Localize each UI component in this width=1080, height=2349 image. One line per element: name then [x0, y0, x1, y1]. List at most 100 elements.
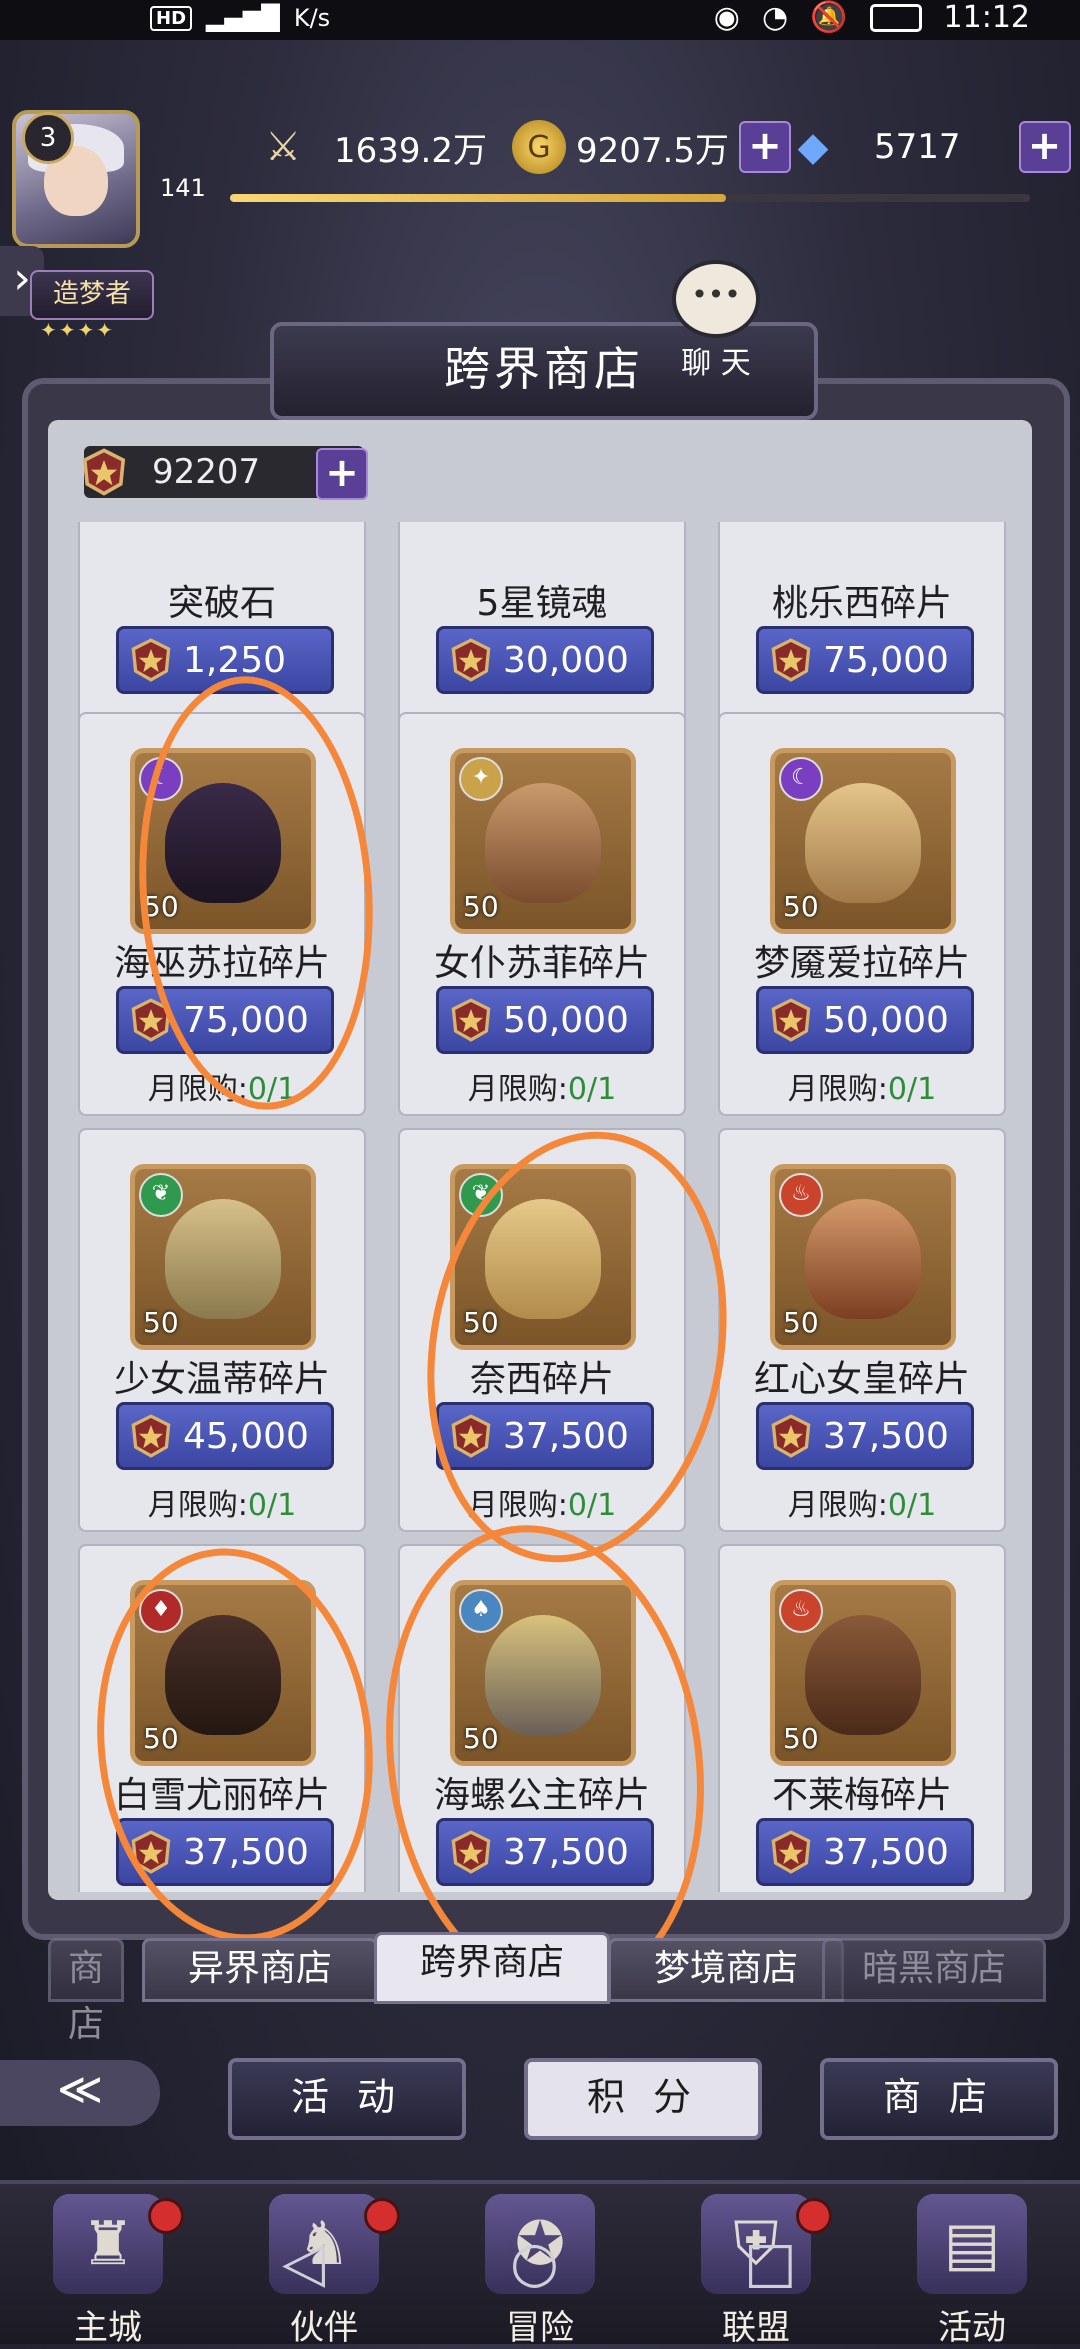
tab-shop[interactable]: 商店 — [48, 1938, 124, 2045]
back-button[interactable]: ≪ — [0, 2060, 160, 2126]
item-name: 红心女皇碎片 — [753, 1359, 970, 1400]
diamond-display: ◆ 5717 + — [786, 118, 1071, 176]
limit-label: 月限购: — [147, 1488, 248, 1523]
diamond-icon: ◆ — [797, 124, 829, 170]
player-title: 造梦者 — [30, 270, 154, 320]
shop-item-card[interactable]: ❦ 50 少女温蒂碎片 45,000 月限购:0/1 — [78, 1128, 366, 1532]
character-portrait — [805, 1615, 921, 1735]
character-portrait — [805, 1199, 921, 1319]
item-price-button[interactable]: 37,500 — [756, 1402, 974, 1470]
cross-medal-icon — [771, 1414, 811, 1458]
nav-events[interactable]: ▤ 活动 — [864, 2184, 1080, 2348]
item-name: 梦魇爱拉碎片 — [753, 943, 970, 984]
points-button[interactable]: 积 分 — [524, 2058, 762, 2140]
shop-item-card[interactable]: ✦ 50 女仆苏菲碎片 50,000 月限购:0/1 — [398, 712, 686, 1116]
tab-crossworld-shop[interactable]: 跨界商店 — [374, 1932, 610, 2004]
chat-button[interactable]: ••• 聊 天 — [666, 260, 766, 381]
add-diamond-button[interactable]: + — [1018, 121, 1071, 173]
store-button[interactable]: 商 店 — [820, 2058, 1058, 2140]
tab-dark-shop[interactable]: 暗黑商店 — [822, 1938, 1046, 2002]
player-stars: ✦✦✦✦ — [40, 318, 116, 342]
item-thumbnail: ♨ 50 — [770, 1164, 956, 1350]
limit-label: 月限购: — [467, 1072, 568, 1107]
item-price-button[interactable]: 37,500 — [756, 1818, 974, 1886]
element-badge-icon: ☾ — [779, 757, 823, 801]
item-price: 1,250 — [183, 639, 287, 681]
clock: 11:12 — [943, 0, 1030, 35]
system-recents-icon[interactable]: □ — [744, 2230, 797, 2295]
shop-category-nav: ≪ 活 动 积 分 商 店 — [0, 2040, 1080, 2150]
limit-label: 月限购: — [787, 1488, 888, 1523]
item-price-button[interactable]: 75,000 — [756, 626, 974, 694]
limit-count: 0/1 — [247, 1488, 297, 1523]
castle-icon: ♜ — [53, 2194, 163, 2294]
cross-medal-icon — [771, 998, 811, 1042]
tab-dream-shop[interactable]: 梦境商店 — [608, 1938, 844, 2002]
gold-display: G 9207.5万 + — [512, 118, 791, 176]
nav-label: 活动 — [938, 2308, 1006, 2348]
shop-item-card[interactable]: ♨ 50 红心女皇碎片 37,500 月限购:0/1 — [718, 1128, 1006, 1532]
shop-item-card[interactable]: ☾ 50 梦魇爱拉碎片 50,000 月限购:0/1 — [718, 712, 1006, 1116]
sword-icon: ⚔ — [265, 124, 301, 170]
network-speed-unit: K/s — [293, 4, 331, 32]
item-name: 少女温蒂碎片 — [113, 1359, 330, 1400]
xp-bar-fill — [230, 194, 726, 202]
cross-medal-icon — [131, 1414, 171, 1458]
item-price-button[interactable]: 50,000 — [436, 986, 654, 1054]
shop-item-card[interactable]: ♨ 50 不莱梅碎片 37,500 — [718, 1544, 1006, 1892]
activity-button[interactable]: 活 动 — [228, 2058, 466, 2140]
item-name: 女仆苏菲碎片 — [433, 943, 650, 984]
status-bar: HD ▂▄▆█ K/s ◉ ◔ 🔕 11:12 — [0, 0, 1080, 40]
nav-main-city[interactable]: ♜ 主城 — [0, 2184, 216, 2348]
item-thumbnail: ❦ 50 — [130, 1164, 316, 1350]
system-back-icon[interactable]: ◁ — [282, 2230, 325, 2295]
item-name: 不莱梅碎片 — [771, 1775, 952, 1816]
eye-icon: ◉ — [713, 0, 740, 35]
item-purchase-limit: 月限购:0/1 — [720, 1064, 1004, 1108]
character-portrait — [805, 783, 921, 903]
item-price-button[interactable]: 50,000 — [756, 986, 974, 1054]
signal-icon: ▂▄▆█ — [206, 4, 280, 32]
hd-indicator: HD — [150, 5, 193, 31]
diamond-value: 5717 — [874, 127, 961, 167]
item-price-button[interactable]: 45,000 — [116, 1402, 334, 1470]
item-price: 45,000 — [183, 1415, 309, 1457]
chat-bubble-icon: ••• — [672, 260, 760, 338]
item-thumbnail: ☾ 50 — [770, 748, 956, 934]
element-badge-icon: ♨ — [779, 1173, 823, 1217]
item-price: 50,000 — [503, 999, 629, 1041]
nav-label: 主城 — [74, 2308, 142, 2348]
gold-value: 9207.5万 — [576, 130, 729, 171]
item-count: 50 — [783, 1306, 819, 1339]
player-level-badge: 3 — [22, 112, 74, 164]
item-purchase-limit: 月限购:0/1 — [80, 1480, 364, 1524]
limit-count: 0/1 — [887, 1488, 937, 1523]
limit-label: 月限购: — [787, 1072, 888, 1107]
add-shop-currency-button[interactable]: + — [316, 448, 368, 500]
item-name: 桃乐西碎片 — [771, 583, 952, 624]
nav-label: 冒险 — [506, 2308, 574, 2348]
cross-medal-icon — [131, 638, 171, 682]
nav-label: 联盟 — [722, 2308, 790, 2348]
item-thumbnail: ♨ 50 — [770, 1580, 956, 1766]
add-gold-button[interactable]: + — [738, 121, 791, 173]
system-home-icon[interactable]: ○ — [510, 2230, 559, 2295]
cards-icon: ▤ — [917, 2194, 1027, 2294]
gold-coin-icon: G — [512, 120, 566, 174]
item-count: 50 — [783, 1722, 819, 1755]
player-exp-level: 141 — [160, 174, 206, 202]
element-badge-icon: ✦ — [459, 757, 503, 801]
element-badge-icon: ❦ — [139, 1173, 183, 1217]
item-price: 30,000 — [503, 639, 629, 681]
back-arrow-icon: ≪ — [56, 2064, 104, 2115]
limit-count: 0/1 — [887, 1072, 937, 1107]
character-portrait — [165, 1199, 281, 1319]
item-price-button[interactable]: 30,000 — [436, 626, 654, 694]
item-purchase-limit: 月限购:0/1 — [720, 1480, 1004, 1524]
element-badge-icon: ♨ — [779, 1589, 823, 1633]
notification-dot — [364, 2198, 400, 2234]
item-price: 37,500 — [823, 1831, 949, 1873]
tab-otherworld-shop[interactable]: 异界商店 — [142, 1938, 378, 2002]
character-portrait — [485, 783, 601, 903]
item-price: 75,000 — [823, 639, 949, 681]
